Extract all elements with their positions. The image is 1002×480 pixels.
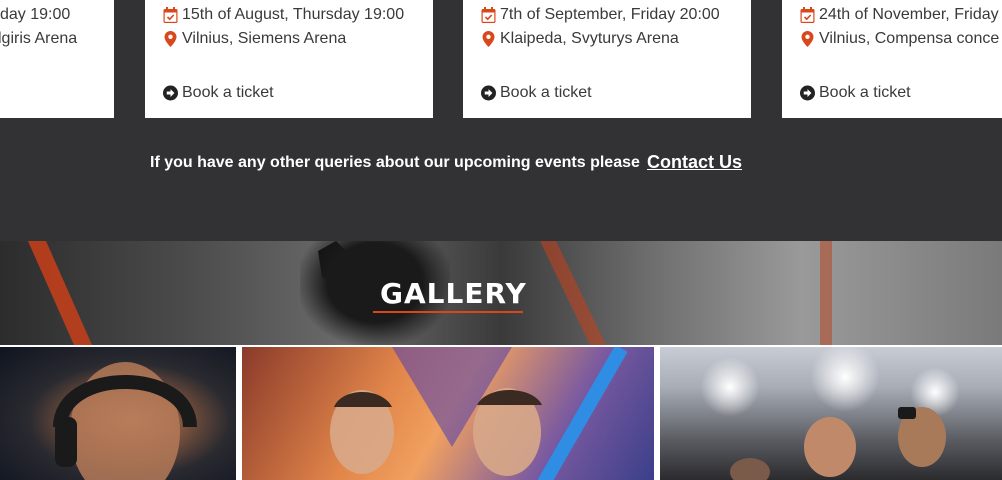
event-date-text: 15th of August, Thursday 19:00 [182,6,405,23]
arrow-circle-right-icon [800,85,815,101]
queries-text: If you have any other queries about our … [150,154,640,171]
event-venue: lgiris Arena [0,30,77,48]
gallery-title: GALLERY [380,277,527,310]
book-ticket-link[interactable]: Book a ticket [800,84,911,102]
event-venue: Vilnius, Compensa conce [800,30,999,48]
arrow-circle-right-icon [163,85,178,101]
headphones-artist-image [53,362,197,480]
contact-us-link[interactable]: Contact Us [647,152,742,173]
concert-crowd-image [730,407,946,480]
gallery-title-underline [373,311,523,313]
event-card: 15th of August, Thursday 19:00 Vilnius, … [145,0,433,118]
book-ticket-link[interactable]: Book a ticket [481,84,592,102]
calendar-check-icon [481,7,496,23]
event-date-text: 24th of November, Friday [819,6,999,23]
calendar-check-icon [163,7,178,23]
map-pin-icon [163,31,178,47]
event-date: 24th of November, Friday [800,6,999,24]
book-ticket-link[interactable]: Book a ticket [163,84,274,102]
event-date-text: 7th of September, Friday 20:00 [500,6,720,23]
event-card: 7th of September, Friday 20:00 Klaipeda,… [463,0,751,118]
event-venue-text: Vilnius, Siemens Arena [182,30,347,47]
event-venue-text: Klaipeda, Svyturys Arena [500,30,679,47]
book-ticket-label: Book a ticket [182,84,274,101]
gallery-photo[interactable] [660,347,1002,480]
event-date: 15th of August, Thursday 19:00 [163,6,404,24]
gallery-photo[interactable] [242,347,654,480]
map-pin-icon [800,31,815,47]
event-date: day 19:00 [0,6,70,24]
event-date: 7th of September, Friday 20:00 [481,6,720,24]
gallery-grid [0,345,1002,480]
book-ticket-label: Book a ticket [500,84,592,101]
queries-section: If you have any other queries about our … [0,118,1002,241]
arrow-circle-right-icon [481,85,496,101]
book-ticket-label: Book a ticket [819,84,911,101]
event-date-text: day 19:00 [0,6,71,23]
map-pin-icon [481,31,496,47]
event-venue-text: lgiris Arena [0,30,78,47]
event-venue: Vilnius, Siemens Arena [163,30,346,48]
gallery-photo[interactable] [0,347,236,480]
duo-portrait-image [330,388,542,476]
calendar-check-icon [800,7,815,23]
event-venue: Klaipeda, Svyturys Arena [481,30,679,48]
gallery-banner: GALLERY [0,241,1002,345]
event-card: day 19:00 lgiris Arena [0,0,114,118]
page: day 19:00 lgiris Arena 15th of August, T… [0,0,1002,480]
event-venue-text: Vilnius, Compensa conce [819,30,1000,47]
event-card: 24th of November, Friday Vilnius, Compen… [782,0,1002,118]
events-strip: day 19:00 lgiris Arena 15th of August, T… [0,0,1002,118]
